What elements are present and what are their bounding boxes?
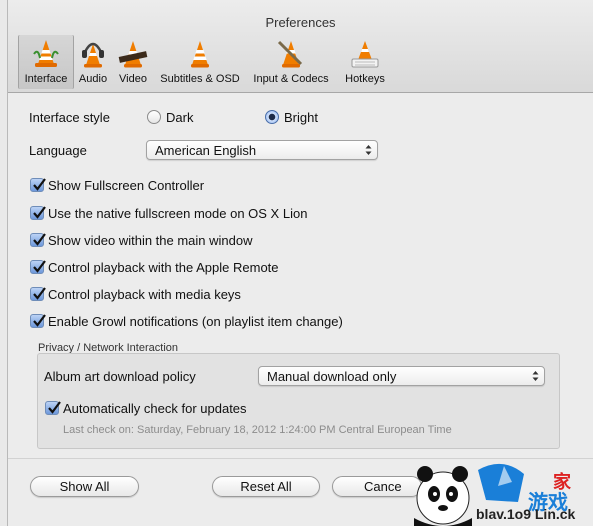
checkmark-icon — [48, 401, 61, 414]
select-arrows-icon — [532, 371, 539, 381]
checkbox-video-in-main-window[interactable] — [30, 233, 46, 247]
album-art-select[interactable]: Manual download only — [258, 366, 545, 386]
language-select[interactable]: American English — [146, 140, 378, 160]
checkbox-label: Control playback with media keys — [48, 287, 241, 302]
tab-hotkeys[interactable]: Hotkeys — [337, 35, 393, 89]
tab-audio[interactable]: Audio — [74, 35, 112, 89]
checkbox-auto-update[interactable] — [45, 401, 61, 415]
album-art-label: Album art download policy — [44, 369, 196, 384]
tab-subtitles-osd[interactable]: Subtitles & OSD — [155, 35, 245, 89]
checkbox-label: Use the native fullscreen mode on OS X L… — [48, 206, 308, 221]
language-value: American English — [155, 143, 257, 158]
checkbox-native-fullscreen[interactable] — [30, 206, 46, 220]
checkmark-icon — [33, 260, 46, 273]
tab-input-codecs[interactable]: Input & Codecs — [246, 35, 336, 89]
checkbox-fullscreen-controller[interactable] — [30, 178, 46, 192]
radio-bright-label: Bright — [284, 110, 318, 125]
preferences-window: Preferences Interface Audio Video Subtit… — [7, 0, 593, 526]
checkmark-icon — [33, 314, 46, 327]
interface-style-label: Interface style — [29, 110, 110, 125]
select-arrows-icon — [365, 145, 372, 155]
auto-update-label: Automatically check for updates — [63, 401, 247, 416]
tab-label: Subtitles & OSD — [160, 73, 240, 85]
film-cone-icon — [118, 41, 148, 68]
checkbox-apple-remote[interactable] — [30, 260, 46, 274]
radio-bright[interactable] — [265, 110, 279, 124]
tab-interface[interactable]: Interface — [18, 35, 74, 89]
vlc-cone-icon — [33, 40, 59, 67]
checkmark-icon — [33, 287, 46, 300]
radio-dark[interactable] — [147, 110, 161, 124]
checkmark-icon — [33, 206, 46, 219]
checkbox-label: Control playback with the Apple Remote — [48, 260, 279, 275]
tab-label: Interface — [24, 73, 68, 85]
tab-label: Hotkeys — [345, 73, 385, 85]
tab-label: Audio — [78, 73, 108, 85]
tab-video[interactable]: Video — [112, 35, 154, 89]
checkbox-label: Show Fullscreen Controller — [48, 178, 205, 193]
headphones-cone-icon — [82, 42, 104, 68]
keyboard-cone-icon — [351, 41, 379, 68]
subtitles-cone-icon — [191, 41, 209, 68]
checkmark-icon — [33, 178, 46, 191]
toolbar: Preferences Interface Audio Video Subtit… — [8, 0, 593, 93]
radio-dark-label: Dark — [166, 110, 194, 125]
album-art-value: Manual download only — [267, 369, 397, 384]
checkbox-media-keys[interactable] — [30, 287, 46, 301]
codecs-cone-icon — [277, 40, 303, 68]
last-check-text: Last check on: Saturday, February 18, 20… — [63, 424, 452, 436]
checkbox-label: Enable Growl notifications (on playlist … — [48, 314, 343, 329]
checkbox-label: Show video within the main window — [48, 233, 253, 248]
reset-all-button[interactable]: Reset All — [212, 476, 320, 497]
show-all-button[interactable]: Show All — [30, 476, 139, 497]
watermark: 家 游戏 blav.1o9 Lin.ck — [408, 456, 593, 526]
checkbox-growl-notifications[interactable] — [30, 314, 46, 328]
language-label: Language — [29, 143, 87, 158]
window-title: Preferences — [265, 15, 336, 30]
tab-label: Video — [119, 73, 147, 85]
tab-label: Input & Codecs — [253, 73, 329, 85]
watermark-text-3: blav.1o9 Lin.ck — [476, 506, 576, 522]
checkmark-icon — [33, 233, 46, 246]
